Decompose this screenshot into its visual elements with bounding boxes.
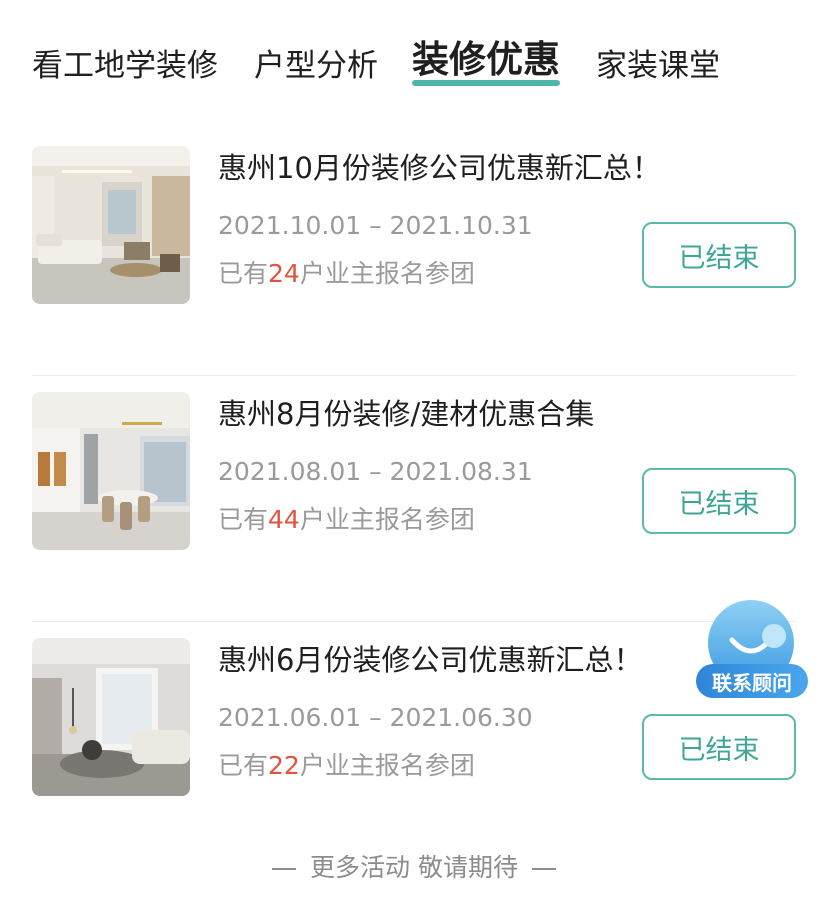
footer-divider-left [272, 868, 297, 870]
promotion-title[interactable]: 惠州10月份装修公司优惠新汇总！ [218, 148, 661, 188]
more-activities-footer: 更多活动 敬请期待 [0, 848, 828, 884]
signup-count-text: 已有24户业主报名参团 [218, 256, 475, 292]
tab-floorplan-analysis[interactable]: 户型分析 [254, 44, 378, 88]
signup-suffix: 户业主报名参团 [299, 751, 475, 780]
signup-count-text: 已有44户业主报名参团 [218, 502, 475, 538]
signup-count: 22 [268, 751, 300, 780]
tab-decoration-deals[interactable]: 装修优惠 [412, 38, 560, 86]
promotion-card[interactable]: 惠州10月份装修公司优惠新汇总！ 2021.10.01 – 2021.10.31… [32, 130, 796, 376]
promotion-thumbnail-lounge[interactable] [32, 638, 190, 796]
signup-count: 44 [268, 505, 300, 534]
signup-suffix: 户业主报名参团 [299, 505, 475, 534]
promotion-card[interactable]: 惠州8月份装修/建材优惠合集 2021.08.01 – 2021.08.31 已… [32, 376, 796, 622]
active-tab-indicator [412, 80, 560, 86]
promotion-title[interactable]: 惠州6月份装修公司优惠新汇总！ [218, 640, 642, 680]
promotion-list: 惠州10月份装修公司优惠新汇总！ 2021.10.01 – 2021.10.31… [32, 130, 796, 868]
tab-decoration-deals-label: 装修优惠 [412, 38, 560, 81]
signup-count: 24 [268, 259, 300, 288]
promotion-date-range: 2021.10.01 – 2021.10.31 [218, 211, 533, 240]
footer-text: 更多活动 敬请期待 [310, 853, 518, 882]
ended-status-button[interactable]: 已结束 [642, 714, 796, 780]
tab-bar: 看工地学装修 户型分析 装修优惠 家装课堂 [0, 0, 828, 100]
signup-prefix: 已有 [218, 505, 269, 534]
signup-count-text: 已有22户业主报名参团 [218, 748, 475, 784]
advisor-label: 联系顾问 [696, 664, 808, 698]
promotion-date-range: 2021.06.01 – 2021.06.30 [218, 703, 533, 732]
promotion-thumbnail-dining-room[interactable] [32, 392, 190, 550]
signup-suffix: 户业主报名参团 [299, 259, 475, 288]
contact-advisor-button[interactable]: 联系顾问 [696, 600, 808, 700]
promotion-title[interactable]: 惠州8月份装修/建材优惠合集 [218, 394, 594, 434]
tab-site-visit[interactable]: 看工地学装修 [32, 44, 218, 88]
promotion-thumbnail-living-room[interactable] [32, 146, 190, 304]
promotion-date-range: 2021.08.01 – 2021.08.31 [218, 457, 533, 486]
promotion-card[interactable]: 惠州6月份装修公司优惠新汇总！ 2021.06.01 – 2021.06.30 … [32, 622, 796, 868]
ended-status-button[interactable]: 已结束 [642, 222, 796, 288]
signup-prefix: 已有 [218, 259, 269, 288]
signup-prefix: 已有 [218, 751, 269, 780]
ended-status-button[interactable]: 已结束 [642, 468, 796, 534]
tab-home-decoration-class[interactable]: 家装课堂 [596, 44, 720, 88]
footer-divider-right [531, 868, 556, 870]
